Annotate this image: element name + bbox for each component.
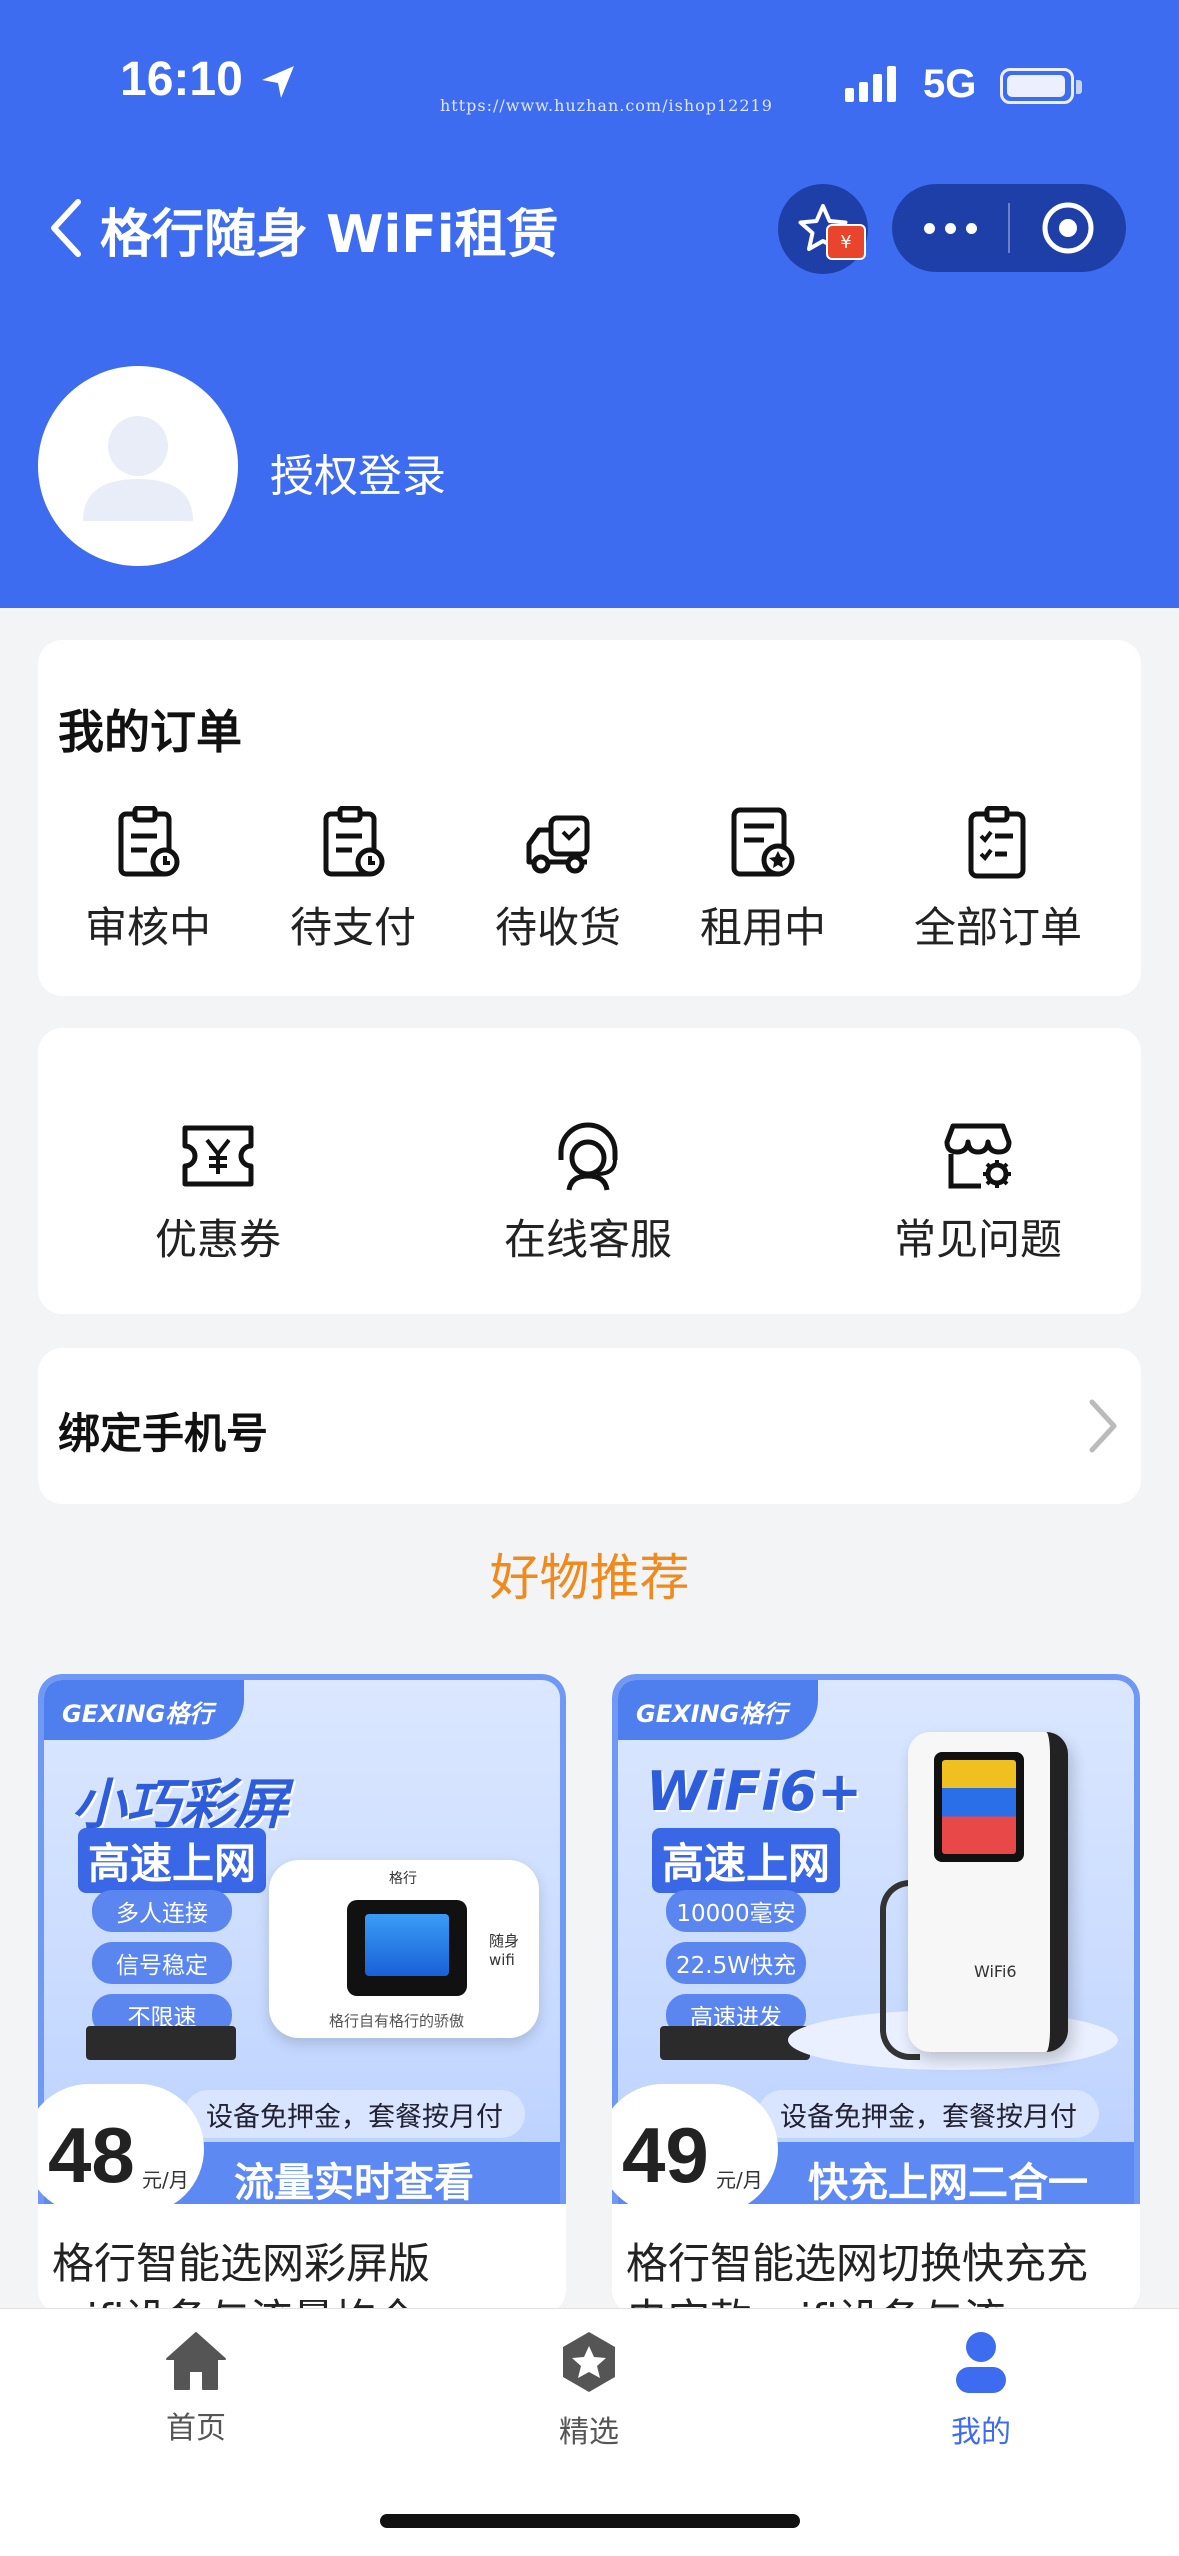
price-unit: 元/月 — [716, 2168, 763, 2192]
product-tag: 信号稳定 — [92, 1942, 232, 1984]
product-fineprint — [86, 2026, 236, 2060]
bind-phone-label: 绑定手机号 — [58, 1409, 269, 1458]
order-status-shipping[interactable]: 待收货 — [468, 806, 648, 955]
clipboard-pay-icon — [323, 806, 385, 877]
document-star-icon — [731, 807, 795, 877]
shop-gear-icon — [944, 1123, 1012, 1189]
product-subheadline: 高速上网 — [652, 1828, 841, 1893]
clipboard-clock-icon — [118, 806, 180, 877]
product-subheadline: 高速上网 — [78, 1828, 267, 1893]
home-indicator — [380, 2514, 800, 2528]
product-image: GEXING格行 WiFi6+ 高速上网 10000毫安 22.5W快充 高速进… — [612, 1674, 1140, 2214]
product-tags: 10000毫安 22.5W快充 高速进发 — [666, 1890, 806, 2036]
customer-service-entry[interactable]: 在线客服 — [458, 1120, 718, 1267]
signal-icon — [845, 66, 896, 102]
order-status-unpaid[interactable]: 待支付 — [263, 806, 443, 955]
battery-icon — [1000, 68, 1074, 104]
network-type: 5G — [923, 62, 977, 106]
deposit-note: 设备免押金，套餐按月付 — [184, 2090, 525, 2138]
faq-entry[interactable]: 常见问题 — [858, 1120, 1098, 1267]
location-arrow-icon — [262, 66, 294, 98]
brand-logo-text: GEXING格行 — [636, 1700, 788, 1728]
product-tag: 多人连接 — [92, 1890, 232, 1932]
orders-title: 我的订单 — [58, 705, 242, 759]
battery-tip — [1076, 80, 1082, 94]
status-time: 16:10 — [120, 53, 243, 106]
more-options-button[interactable] — [892, 222, 1008, 234]
customer-service-icon — [558, 1122, 618, 1191]
wifi-device-image: 格行 随身 wifi 格行自有格行的骄傲 — [269, 1860, 539, 2038]
product-fineprint — [660, 2026, 810, 2060]
back-icon[interactable] — [46, 196, 86, 260]
tab-mine[interactable]: 我的 — [881, 2329, 1081, 2451]
services-card: 优惠券 在线客服 常见问题 — [38, 1028, 1141, 1314]
avatar[interactable] — [38, 366, 238, 566]
home-icon — [166, 2332, 226, 2390]
tab-label: 我的 — [951, 2415, 1011, 2450]
product-tag: 10000毫安 — [666, 1890, 806, 1932]
service-label: 在线客服 — [503, 1215, 672, 1264]
watermark-text: https://www.huzhan.com/ishop12219 — [440, 96, 773, 115]
price-unit: 元/月 — [142, 2168, 189, 2192]
order-status-renting[interactable]: 租用中 — [673, 806, 853, 955]
product-name: 格行智能选网彩屏版 — [52, 2239, 431, 2288]
login-link[interactable]: 授权登录 — [270, 440, 446, 504]
recommend-title: 好物推荐 — [489, 1549, 690, 1607]
product-card[interactable]: GEXING格行 WiFi6+ 高速上网 10000毫安 22.5W快充 高速进… — [612, 1674, 1140, 2314]
delivery-truck-icon — [526, 815, 590, 874]
brand-logo-text: GEXING格行 — [62, 1700, 214, 1728]
product-tag: 22.5W快充 — [666, 1942, 806, 1984]
chevron-right-icon — [1089, 1399, 1117, 1453]
coupon-entry[interactable]: 优惠券 — [118, 1120, 318, 1267]
order-status-label: 审核中 — [84, 903, 211, 952]
product-tags: 多人连接 信号稳定 不限速 — [92, 1890, 232, 2036]
product-slogan: 快充上网二合一 — [808, 2160, 1088, 2206]
deposit-note: 设备免押金，套餐按月付 — [758, 2090, 1099, 2138]
orders-card: 我的订单 审核中 待支付 待收货 租用中 全部订单 — [38, 640, 1141, 996]
bind-phone-row[interactable]: 绑定手机号 — [38, 1348, 1141, 1504]
default-user-icon — [83, 416, 193, 521]
product-slogan: 流量实时查看 — [234, 2160, 474, 2206]
tab-label: 精选 — [559, 2415, 619, 2450]
coin-badge-icon: ¥ — [826, 224, 866, 260]
miniapp-capsule — [892, 184, 1126, 272]
clipboard-list-icon — [968, 806, 1026, 879]
coupon-yen-icon — [182, 1125, 254, 1187]
product-name: 格行智能选网切换快充充 — [626, 2239, 1089, 2288]
star-badge-icon — [563, 2332, 615, 2392]
order-status-label: 租用中 — [699, 903, 826, 952]
product-card[interactable]: GEXING格行 小巧彩屏 高速上网 多人连接 信号稳定 不限速 格行 随身 w… — [38, 1674, 566, 2314]
product-image: GEXING格行 小巧彩屏 高速上网 多人连接 信号稳定 不限速 格行 随身 w… — [38, 1674, 566, 2214]
order-status-all[interactable]: 全部订单 — [888, 806, 1108, 955]
user-icon — [956, 2332, 1006, 2393]
tab-label: 首页 — [166, 2411, 226, 2446]
tab-featured[interactable]: 精选 — [489, 2329, 689, 2451]
order-status-reviewing[interactable]: 审核中 — [58, 806, 238, 955]
service-label: 常见问题 — [893, 1215, 1062, 1264]
service-label: 优惠券 — [154, 1215, 281, 1264]
close-circle-icon — [1042, 202, 1094, 254]
order-status-label: 待支付 — [289, 903, 416, 952]
product-headline: WiFi6+ — [646, 1760, 863, 1823]
order-status-label: 全部订单 — [913, 903, 1082, 952]
page-title: 格行随身 WiFi租赁 — [100, 205, 559, 265]
product-price: 49 — [622, 2111, 709, 2199]
close-miniapp-button[interactable] — [1010, 201, 1126, 255]
product-price: 48 — [48, 2111, 135, 2199]
tab-home[interactable]: 首页 — [96, 2329, 296, 2447]
powerbank-wifi-image: WiFi6 — [908, 1732, 1068, 2052]
order-status-label: 待收货 — [494, 903, 621, 952]
